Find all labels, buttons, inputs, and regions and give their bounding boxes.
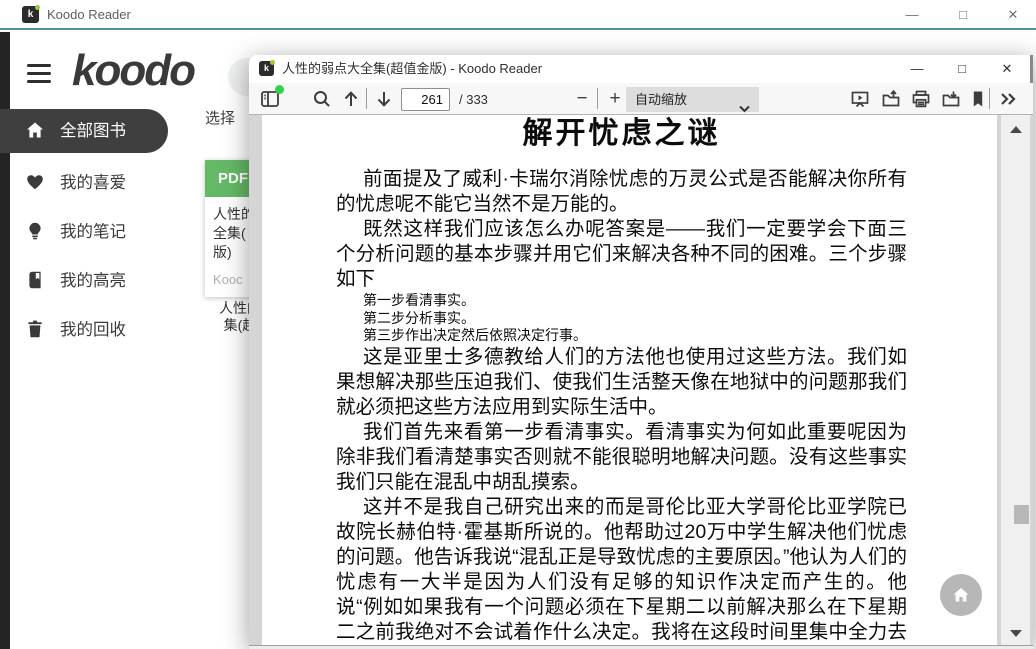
chapter-heading: 解开忧虑之谜 xyxy=(336,117,907,151)
sidebar-item-label: 我的高亮 xyxy=(60,259,126,303)
sidebar-item-trash[interactable]: 我的回收 xyxy=(0,308,200,352)
next-page-icon[interactable] xyxy=(373,88,395,110)
vertical-scrollbar[interactable] xyxy=(1001,115,1030,645)
scrollbar-thumb[interactable] xyxy=(1014,505,1029,524)
page-number-input[interactable] xyxy=(401,88,450,111)
paragraph: 这并不是我自己研究出来的而是哥伦比亚大学哥伦比亚学院已故院长赫伯特·霍基斯所说的… xyxy=(336,495,907,646)
book-card-meta: Kooc xyxy=(213,272,243,287)
steps-list: 第一步看清事实。 第二步分析事实。 第三步作出决定然后依照决定行事。 xyxy=(363,292,907,345)
hamburger-menu-icon[interactable] xyxy=(27,64,51,83)
sidebar-item-notes[interactable]: 我的笔记 xyxy=(0,210,200,254)
toolbar-divider xyxy=(366,88,367,109)
trash-icon xyxy=(25,319,45,339)
main-close-button[interactable]: ✕ xyxy=(996,0,1030,29)
scroll-up-icon[interactable] xyxy=(1010,126,1022,133)
zoom-mode-select[interactable]: 自动缩放 xyxy=(626,87,759,112)
page-total-label: / 333 xyxy=(459,83,488,116)
open-file-icon[interactable] xyxy=(880,88,902,110)
viewer-close-button[interactable]: ✕ xyxy=(992,55,1022,83)
pdf-viewer-window: k 人性的弱点大全集(超值金版) - Koodo Reader — □ ✕ / … xyxy=(249,55,1033,649)
horizontal-scrollbar[interactable] xyxy=(249,645,1033,649)
pdf-content-area: 解开忧虑之谜 前面提及了威利·卡瑞尔消除忧虑的万灵公式是否能解决你所有的忧虑呢不… xyxy=(249,115,1033,645)
sidebar-item-label: 我的回收 xyxy=(60,308,126,352)
sidebar-item-label: 我的笔记 xyxy=(60,210,126,254)
home-icon xyxy=(940,585,982,605)
sidebar-item-label: 我的喜爱 xyxy=(60,161,126,205)
select-button[interactable]: 选择 xyxy=(205,107,235,128)
pdf-page: 解开忧虑之谜 前面提及了威利·卡瑞尔消除忧虑的万灵公式是否能解决你所有的忧虑呢不… xyxy=(262,115,997,645)
zoom-in-icon[interactable]: + xyxy=(604,88,626,110)
scroll-down-icon[interactable] xyxy=(1010,630,1022,637)
lightbulb-icon xyxy=(25,221,45,241)
main-maximize-button[interactable]: □ xyxy=(946,0,980,29)
viewer-titlebar: k 人性的弱点大全集(超值金版) - Koodo Reader — □ ✕ xyxy=(249,55,1030,83)
toolbar-divider xyxy=(989,88,990,109)
bookmark-icon[interactable] xyxy=(967,88,989,110)
sidebar-item-label: 全部图书 xyxy=(60,109,126,153)
viewer-toolbar: / 333 − + 自动缩放 xyxy=(249,83,1033,115)
main-window-title: Koodo Reader xyxy=(47,0,131,29)
home-icon xyxy=(25,120,45,140)
sidebar-item-favorites[interactable]: 我的喜爱 xyxy=(0,161,200,205)
status-dot xyxy=(275,85,284,94)
koodo-app-icon: k xyxy=(22,6,39,23)
viewer-window-title: 人性的弱点大全集(超值金版) - Koodo Reader xyxy=(282,55,542,83)
sidebar-item-all-books[interactable]: 全部图书 xyxy=(0,109,168,153)
paragraph: 这是亚里士多德教给人们的方法他也使用过这些方法。我们如果想解决那些压迫我们、使我… xyxy=(336,345,907,420)
paragraph: 我们首先来看第一步看清事实。看清事实为何如此重要呢因为除非我们看清楚事实否则就不… xyxy=(336,420,907,495)
step-line: 第一步看清事实。 xyxy=(363,292,907,310)
back-home-button[interactable] xyxy=(940,574,982,616)
koodo-logo: koodo xyxy=(72,46,194,96)
presentation-mode-icon[interactable] xyxy=(849,88,871,110)
previous-page-icon[interactable] xyxy=(340,88,362,110)
koodo-reader-app: k Koodo Reader — □ ✕ koodo 全部图书 我的喜爱 我的笔… xyxy=(0,0,1036,649)
search-icon[interactable] xyxy=(311,88,333,110)
heart-icon xyxy=(25,172,45,192)
sidebar-item-highlights[interactable]: 我的高亮 xyxy=(0,259,200,303)
viewer-minimize-button[interactable]: — xyxy=(902,55,932,83)
sidebar-toggle-icon[interactable] xyxy=(259,88,281,110)
print-icon[interactable] xyxy=(910,88,932,110)
step-line: 第二步分析事实。 xyxy=(363,310,907,328)
viewer-maximize-button[interactable]: □ xyxy=(947,55,977,83)
download-icon[interactable] xyxy=(940,88,962,110)
koodo-app-icon: k xyxy=(259,61,274,76)
toolbar-divider xyxy=(597,88,598,109)
main-titlebar: k Koodo Reader — □ ✕ xyxy=(0,0,1036,30)
paragraph: 前面提及了威利·卡瑞尔消除忧虑的万灵公式是否能解决你所有的忧虑呢不能它当然不是万… xyxy=(336,167,907,217)
more-tools-icon[interactable] xyxy=(997,88,1019,110)
highlight-book-icon xyxy=(25,270,45,290)
step-line: 第三步作出决定然后依照决定行事。 xyxy=(363,327,907,345)
paragraph: 既然这样我们应该怎么办呢答案是——我们一定要学会下面三个分析问题的基本步骤并用它… xyxy=(336,217,907,292)
main-minimize-button[interactable]: — xyxy=(895,0,929,29)
zoom-mode-value: 自动缩放 xyxy=(635,92,687,107)
zoom-out-icon[interactable]: − xyxy=(571,88,593,110)
